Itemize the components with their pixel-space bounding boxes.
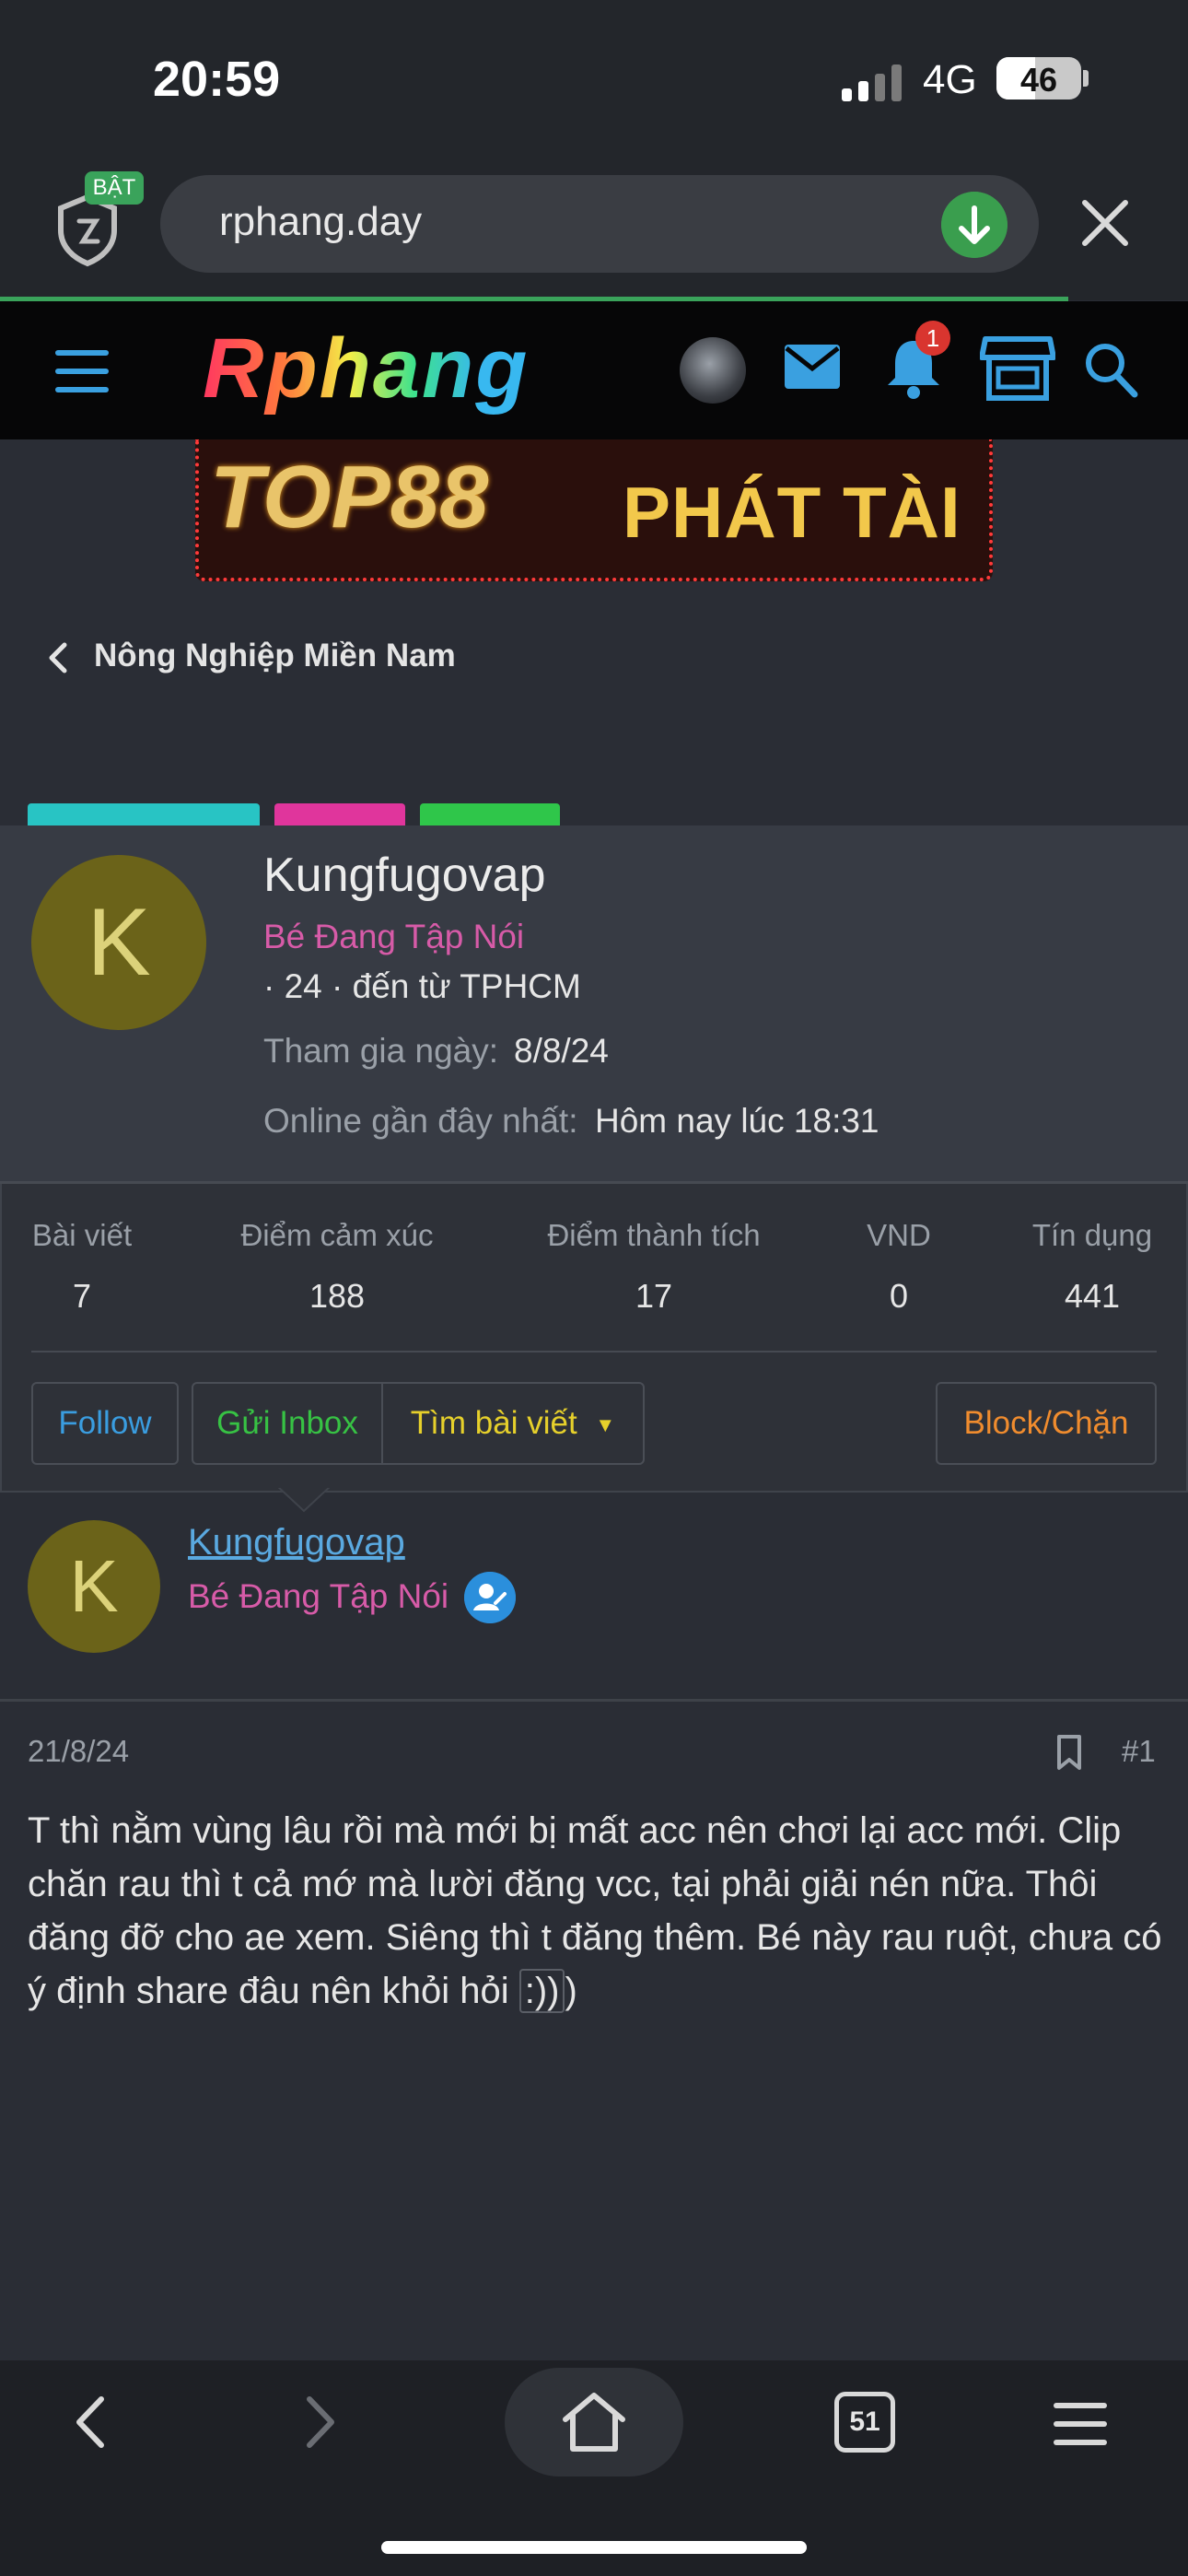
notification-badge: 1 — [915, 321, 950, 356]
stat-achievements[interactable]: Điểm thành tích 17 — [525, 1218, 783, 1316]
post-date[interactable]: 21/8/24 — [28, 1734, 129, 1769]
chevron-left-icon[interactable] — [44, 638, 72, 678]
stat-value: 17 — [635, 1277, 673, 1315]
member-rank: Bé Đang Tập Nói — [263, 918, 525, 955]
stat-vnd: VND 0 — [842, 1218, 956, 1316]
stats-divider — [31, 1351, 1157, 1352]
stat-value: 188 — [309, 1277, 366, 1315]
caret-down-icon: ▼ — [595, 1412, 616, 1436]
stat-label: Tín dụng — [1031, 1218, 1153, 1252]
stat-label: Bài viết — [31, 1218, 133, 1252]
stat-label: Điểm cảm xúc — [240, 1218, 434, 1252]
tab-strip-pink[interactable] — [274, 803, 405, 825]
bookmark-icon[interactable] — [1055, 1734, 1083, 1771]
user-avatar[interactable] — [680, 337, 746, 404]
stat-value: 0 — [889, 1277, 909, 1315]
home-icon[interactable] — [560, 2390, 628, 2453]
banner-slogan: PHÁT TÀI — [623, 472, 961, 553]
mail-icon[interactable] — [783, 343, 842, 391]
stat-credit: Tín dụng 441 — [1013, 1218, 1171, 1316]
tabs-count-icon[interactable]: 51 — [834, 2392, 895, 2453]
ad-banner[interactable]: TOP88 PHÁT TÀI — [195, 439, 993, 581]
last-online-label: Online gần đây nhất: — [263, 1102, 578, 1140]
stat-label: Điểm thành tích — [547, 1218, 761, 1252]
network-type: 4G — [923, 57, 977, 102]
user-verified-icon — [464, 1572, 516, 1623]
post-body-tail: ) — [565, 1971, 577, 2011]
post-body: T thì nằm vùng lâu rồi mà mới bị mất acc… — [28, 1804, 1170, 2018]
download-icon[interactable] — [941, 192, 1007, 258]
post-author-name[interactable]: Kungfugovap — [188, 1522, 405, 1563]
site-logo[interactable]: Rphang — [203, 321, 529, 417]
status-time: 20:59 — [153, 52, 281, 107]
breadcrumb[interactable]: Nông Nghiệp Miền Nam — [94, 638, 456, 674]
post-author-rank: Bé Đang Tập Nói — [188, 1577, 449, 1615]
browser-menu-icon[interactable] — [1054, 2403, 1107, 2445]
post-body-text: T thì nằm vùng lâu rồi mà mới bị mất acc… — [28, 1810, 1162, 2011]
stat-value: 7 — [72, 1277, 92, 1315]
hamburger-menu-icon[interactable] — [55, 350, 111, 392]
back-arrow-icon[interactable] — [70, 2394, 111, 2451]
post-author-avatar[interactable]: K — [28, 1520, 160, 1653]
search-icon[interactable] — [1083, 341, 1138, 398]
block-button[interactable]: Block/Chặn — [936, 1382, 1157, 1465]
follow-button[interactable]: Follow — [31, 1382, 179, 1465]
cellular-signal-icon — [842, 63, 906, 101]
tab-strip-cyan[interactable] — [28, 803, 260, 825]
joined-value: 8/8/24 — [514, 1032, 609, 1070]
post-number[interactable]: #1 — [1122, 1734, 1156, 1769]
url-text[interactable]: rphang.day — [219, 199, 422, 245]
banner-brand: TOP88 — [210, 448, 489, 546]
tab-strip-green[interactable] — [420, 803, 560, 825]
send-inbox-button[interactable]: Gửi Inbox — [192, 1382, 383, 1465]
tooltip-pointer — [276, 1485, 332, 1513]
find-posts-button[interactable]: Tìm bài viết ▼ — [381, 1382, 645, 1465]
stat-posts[interactable]: Bài viết 7 — [13, 1218, 151, 1316]
member-avatar[interactable]: K — [31, 855, 206, 1030]
smiley-emoticon: :)) — [518, 1969, 565, 2013]
close-icon[interactable] — [1077, 195, 1133, 251]
battery-tip — [1083, 70, 1089, 87]
store-icon[interactable] — [980, 334, 1055, 402]
member-meta: · 24 · đến từ TPHCM — [263, 967, 581, 1005]
post-divider — [0, 1699, 1188, 1702]
shield-status-badge: BẬT — [85, 171, 144, 205]
stat-label: VND — [867, 1218, 931, 1252]
stat-reactions[interactable]: Điểm cảm xúc 188 — [217, 1218, 457, 1316]
battery-icon: 46 — [996, 57, 1081, 100]
shield-icon[interactable] — [55, 193, 120, 267]
stat-value: 441 — [1064, 1277, 1121, 1315]
forward-arrow-icon[interactable] — [300, 2394, 341, 2451]
battery-level: 46 — [1019, 61, 1058, 99]
home-indicator[interactable] — [381, 2541, 807, 2554]
member-name[interactable]: Kungfugovap — [263, 848, 546, 903]
joined-label: Tham gia ngày: — [263, 1032, 499, 1070]
card-divider — [0, 1181, 1188, 1184]
last-online-value: Hôm nay lúc 18:31 — [595, 1102, 879, 1140]
find-posts-label: Tìm bài viết — [410, 1405, 577, 1441]
